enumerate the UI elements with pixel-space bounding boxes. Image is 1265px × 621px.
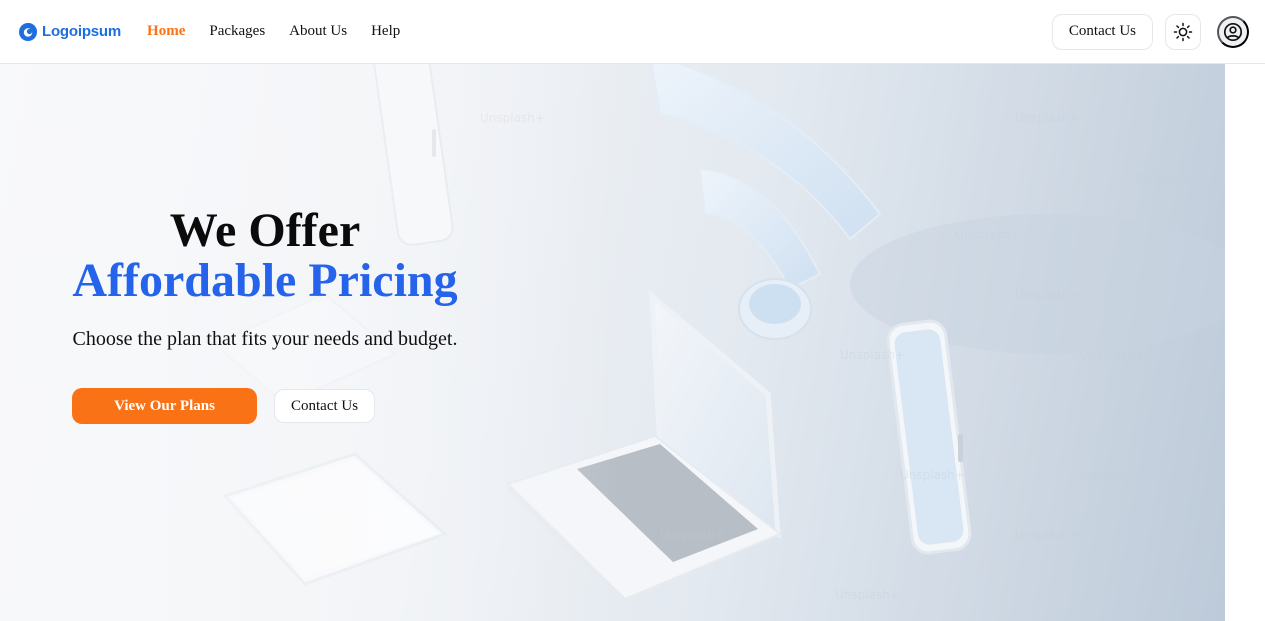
nav-link-packages[interactable]: Packages	[209, 23, 265, 40]
hero-text-block: We Offer Affordable Pricing Choose the p…	[72, 206, 458, 351]
nav-actions: Contact Us	[1051, 13, 1249, 50]
svg-text:Unsplash+: Unsplash+	[955, 228, 1020, 242]
svg-text:Unsplash+: Unsplash+	[900, 468, 965, 482]
profile-button[interactable]	[1217, 15, 1249, 48]
view-plans-button[interactable]: View Our Plans	[72, 388, 257, 424]
wifi-icon	[650, 64, 882, 340]
svg-text:Unsplash+: Unsplash+	[1075, 468, 1140, 482]
nav-link-home[interactable]: Home	[147, 23, 185, 40]
brand-name: Logoipsum	[42, 23, 122, 40]
hero-actions: View Our Plans Contact Us	[72, 388, 376, 424]
nav-contact-button[interactable]: Contact Us	[1051, 13, 1153, 50]
brand-logo[interactable]: Logoipsum	[18, 22, 121, 42]
main-nav: Home Packages About Us Help	[147, 23, 400, 40]
hero-subtitle: Choose the plan that fits your needs and…	[72, 328, 458, 350]
nav-link-help[interactable]: Help	[371, 23, 400, 40]
hero-contact-button[interactable]: Contact Us	[274, 389, 376, 423]
svg-text:Unsplash+: Unsplash+	[840, 348, 905, 362]
svg-text:Unsplash+: Unsplash+	[1015, 528, 1080, 542]
svg-text:Unsplash+: Unsplash+	[835, 588, 900, 602]
svg-text:Unsplash+: Unsplash+	[1015, 288, 1080, 302]
sun-icon	[1173, 22, 1193, 41]
svg-text:Unsplash+: Unsplash+	[1080, 348, 1145, 362]
user-circle-icon	[1223, 22, 1243, 41]
svg-text:Unsplash+: Unsplash+	[1015, 111, 1080, 125]
top-navbar: Logoipsum Home Packages About Us Help Co…	[0, 0, 1265, 64]
logoipsum-mark-icon	[19, 22, 37, 41]
nav-link-about-us[interactable]: About Us	[289, 23, 347, 40]
hero-title-line-1: We Offer	[169, 204, 361, 257]
svg-text:Unsplash+: Unsplash+	[1135, 171, 1200, 185]
svg-text:Unsplash+: Unsplash+	[660, 528, 725, 542]
hero-title-line-2: Affordable Pricing	[72, 254, 458, 307]
hero-section: Unsplash+ Unsplash+ Unsplash+ Unsplash+ …	[0, 64, 1225, 621]
theme-toggle-button[interactable]	[1165, 13, 1201, 50]
